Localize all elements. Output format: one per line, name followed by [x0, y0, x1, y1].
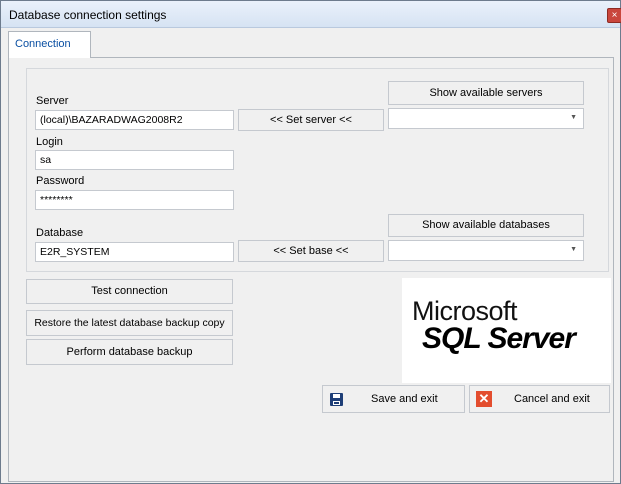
password-label: Password — [36, 175, 85, 187]
red-x-icon: ✕ — [476, 391, 492, 407]
login-label: Login — [36, 136, 63, 148]
database-label: Database — [36, 227, 84, 239]
cancel-label: Cancel and exit — [514, 393, 590, 405]
tab-connection[interactable]: Connection — [8, 31, 91, 58]
show-databases-button[interactable]: Show available databases — [388, 214, 584, 237]
sql-server-logo: Microsoft SQL Server — [402, 278, 611, 383]
login-input[interactable]: sa — [35, 150, 234, 170]
chevron-down-icon: ▼ — [570, 246, 577, 253]
database-dropdown[interactable]: ▼ — [388, 240, 584, 261]
set-server-button[interactable]: << Set server << — [238, 109, 384, 131]
password-input[interactable]: ******** — [35, 190, 234, 210]
save-label: Save and exit — [371, 393, 438, 405]
show-servers-button[interactable]: Show available servers — [388, 81, 584, 105]
server-dropdown[interactable]: ▼ — [388, 108, 584, 129]
database-input[interactable]: E2R_SYSTEM — [35, 242, 234, 262]
cancel-and-exit-button[interactable]: ✕ Cancel and exit — [469, 385, 610, 413]
save-and-exit-button[interactable]: Save and exit — [322, 385, 465, 413]
close-button[interactable]: × — [607, 8, 621, 23]
floppy-disk-icon — [330, 393, 343, 406]
set-base-button[interactable]: << Set base << — [238, 240, 384, 262]
restore-backup-button[interactable]: Restore the latest database backup copy — [26, 310, 233, 336]
server-input[interactable]: (local)\BAZARADWAG2008R2 — [35, 110, 234, 130]
chevron-down-icon: ▼ — [570, 114, 577, 121]
server-label: Server — [36, 95, 69, 107]
title-bar: Database connection settings × — [1, 1, 621, 28]
test-connection-button[interactable]: Test connection — [26, 279, 233, 304]
logo-sqlserver-text: SQL Server — [422, 322, 576, 355]
window-title: Database connection settings — [9, 8, 167, 22]
perform-backup-button[interactable]: Perform database backup — [26, 339, 233, 365]
